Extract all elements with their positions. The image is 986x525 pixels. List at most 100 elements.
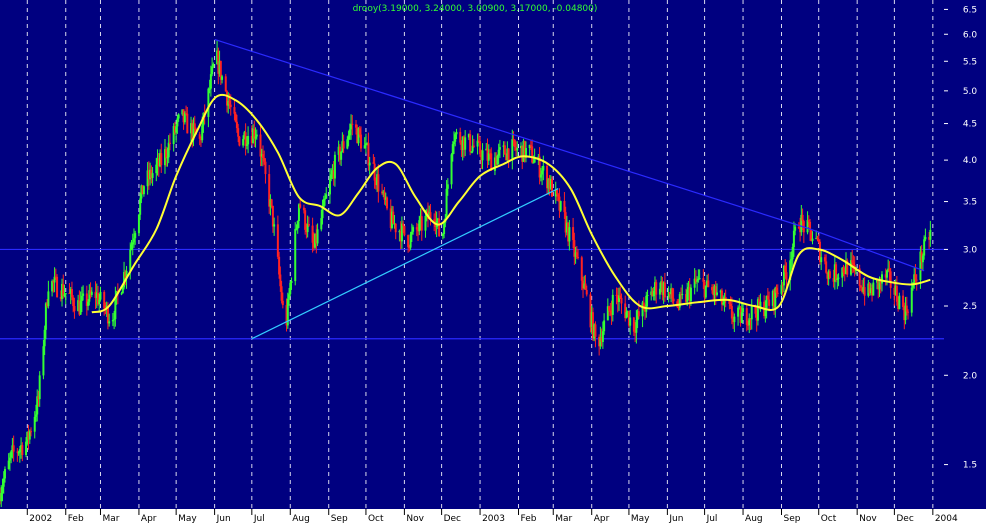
y-axis-panel: [944, 0, 986, 525]
price-bar-body: [229, 104, 232, 108]
x-tick-label: Jun: [216, 514, 231, 524]
price-bar-body: [70, 288, 73, 298]
price-bar-body: [730, 306, 733, 319]
price-bar-body: [103, 291, 106, 309]
price-bar-body: [507, 148, 510, 161]
price-bar-body: [233, 107, 236, 114]
price-bar-body: [18, 449, 21, 453]
price-bar-body: [47, 291, 50, 307]
price-bar-body: [142, 186, 145, 195]
price-bar-body: [580, 257, 583, 281]
price-bar-body: [902, 295, 905, 307]
price-bar-body: [441, 233, 444, 237]
price-bar-body: [445, 188, 448, 219]
price-bar-body: [90, 291, 93, 295]
price-bar-body: [820, 257, 823, 263]
price-bar-body: [859, 285, 862, 288]
price-bar-body: [671, 288, 674, 299]
price-bar-body: [302, 207, 305, 211]
price-bar-body: [791, 247, 794, 260]
x-tick-label: 2002: [29, 514, 52, 524]
price-bar-body: [470, 151, 473, 153]
price-bar-body: [234, 113, 237, 122]
price-bar-body: [825, 261, 828, 273]
price-bar-body: [340, 151, 343, 160]
y-tick-label: 3.0: [963, 245, 978, 255]
x-tick-label: Jul: [706, 514, 718, 524]
price-bar-body: [211, 66, 214, 75]
price-bar-body: [25, 441, 28, 456]
price-bar-body: [585, 289, 588, 295]
price-bar-body: [563, 201, 566, 213]
price-bar-body: [790, 259, 793, 261]
price-bar-body: [811, 238, 814, 241]
y-tick-label: 3.5: [963, 198, 977, 208]
price-bar-body: [415, 227, 418, 230]
price-bar-body: [120, 293, 123, 295]
price-bar-body: [454, 134, 457, 142]
price-bar-body: [403, 225, 406, 236]
price-bar-body: [3, 469, 6, 479]
y-tick-label: 2.0: [963, 371, 978, 381]
price-bar-body: [594, 324, 597, 337]
price-bar-body: [255, 134, 258, 137]
price-bar-body: [201, 125, 204, 141]
x-tick-label: Apr: [594, 514, 610, 524]
price-bar-body: [619, 295, 622, 298]
price-bar-body: [62, 283, 65, 297]
x-tick-label: Aug: [745, 514, 763, 524]
price-bar-body: [348, 129, 351, 136]
price-bar-body: [176, 118, 179, 127]
price-bar-body: [542, 165, 545, 171]
price-bar-body: [137, 214, 140, 234]
price-bar-body: [797, 226, 800, 229]
price-bar-body: [472, 145, 475, 147]
price-bar-body: [817, 239, 820, 242]
price-bar-body: [279, 274, 282, 287]
price-bar-body: [186, 113, 189, 134]
price-bar-body: [464, 137, 467, 150]
price-bar-body: [328, 178, 331, 195]
price-bar-body: [487, 153, 490, 161]
price-bar-body: [8, 457, 11, 461]
price-bar-body: [541, 170, 544, 175]
price-bar-body: [130, 244, 133, 250]
price-bar-body: [707, 280, 710, 288]
x-tick-label: Feb: [521, 514, 537, 524]
price-bar-body: [131, 242, 134, 245]
price-bar-body: [56, 276, 59, 298]
x-tick-label: Oct: [821, 514, 837, 524]
price-bar-body: [646, 295, 649, 297]
price-bar-body: [577, 256, 580, 258]
price-bar-body: [264, 161, 267, 175]
price-bar-body: [193, 123, 196, 129]
price-bar-body: [409, 234, 412, 248]
price-bar-body: [198, 134, 201, 139]
price-bar-body: [529, 144, 532, 147]
x-tick-label: Aug: [292, 514, 310, 524]
price-bar-body: [658, 288, 661, 295]
price-bar-body: [165, 149, 168, 158]
price-bar-body: [733, 316, 736, 323]
price-bar-body: [212, 64, 215, 67]
x-tick-label: Apr: [141, 514, 157, 524]
price-bar-body: [42, 346, 45, 376]
x-tick-label: 2004: [935, 514, 958, 524]
price-bar-body: [99, 291, 102, 300]
price-bar-body: [559, 201, 562, 211]
price-bar-body: [121, 287, 124, 294]
price-bar-body: [742, 308, 745, 313]
price-bar-body: [299, 204, 302, 208]
price-bar-body: [532, 162, 535, 164]
price-bar-body: [242, 138, 245, 146]
price-bar-body: [575, 252, 578, 257]
price-bar-body: [603, 320, 606, 332]
y-tick-label: 5.5: [963, 57, 977, 67]
price-bar-body: [0, 492, 3, 502]
price-bar-body: [402, 223, 405, 226]
price-bar-body: [324, 198, 327, 200]
price-bar-body: [224, 76, 227, 92]
price-bar-body: [355, 124, 358, 128]
price-bar-body: [247, 135, 250, 145]
price-bar-body: [455, 131, 458, 135]
